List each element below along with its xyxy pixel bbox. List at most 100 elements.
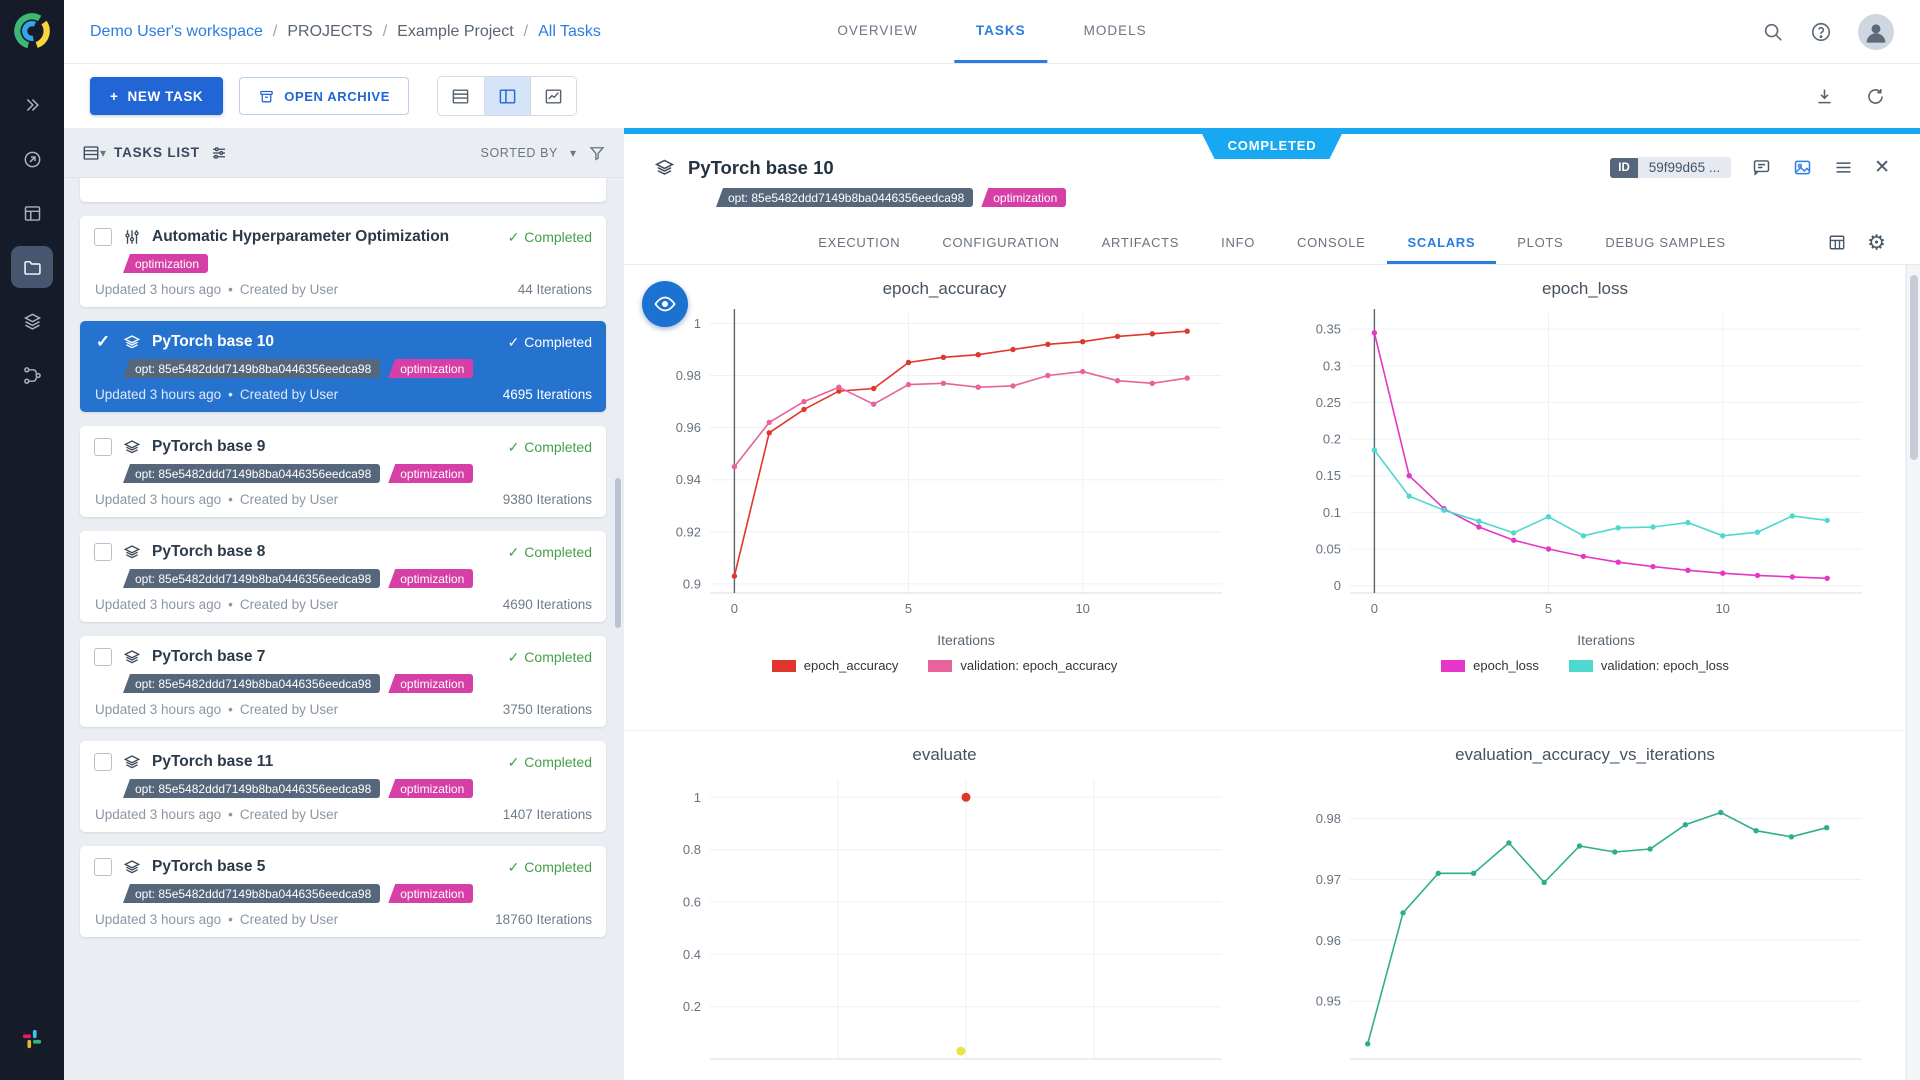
deployments-icon[interactable] xyxy=(11,138,53,180)
app: Demo User's workspace/PROJECTS/Example P… xyxy=(0,0,1920,1080)
help-icon[interactable] xyxy=(1810,21,1832,43)
top-tab-overview[interactable]: OVERVIEW xyxy=(815,0,940,63)
task-name[interactable]: PyTorch base 9 xyxy=(152,438,265,456)
detail-tabs: EXECUTIONCONFIGURATIONARTIFACTSINFOCONSO… xyxy=(624,221,1920,265)
task-name[interactable]: PyTorch base 7 xyxy=(152,648,265,666)
image-icon[interactable] xyxy=(1792,157,1813,178)
breadcrumb-item[interactable]: Demo User's workspace xyxy=(90,23,263,41)
svg-text:0: 0 xyxy=(1371,601,1378,616)
chart-canvas: 0.950.960.970.98 xyxy=(1280,767,1890,1080)
hide-show-metrics-eye-button[interactable] xyxy=(642,281,688,327)
list-view-mode-icon[interactable] xyxy=(82,144,100,162)
task-updated: Updated 3 hours ago xyxy=(95,807,221,822)
task-checkbox[interactable] xyxy=(94,438,112,456)
close-icon[interactable]: ✕ xyxy=(1874,156,1890,179)
sorted-by-caret-icon[interactable]: ▾ xyxy=(570,146,576,160)
task-card[interactable]: PyTorch base 9 ✓Completed opt: 85e5482dd… xyxy=(80,426,606,517)
task-card[interactable]: Automatic Hyperparameter Optimization ✓C… xyxy=(80,216,606,307)
menu-icon[interactable] xyxy=(1833,157,1854,178)
detail-tab-artifacts[interactable]: ARTIFACTS xyxy=(1081,221,1201,264)
task-name[interactable]: PyTorch base 10 xyxy=(152,333,274,351)
expand-sidebar-icon[interactable] xyxy=(11,84,53,126)
svg-text:10: 10 xyxy=(1715,601,1729,616)
chart-canvas: 05100.90.920.940.960.981Iterations xyxy=(640,301,1250,653)
detail-tab-console[interactable]: CONSOLE xyxy=(1276,221,1386,264)
legend-item[interactable]: epoch_loss xyxy=(1441,658,1539,673)
scalars-charts-area: epoch_accuracy 05100.90.920.940.960.981I… xyxy=(624,265,1920,1080)
legend-item[interactable]: validation: epoch_accuracy xyxy=(928,658,1117,673)
task-name[interactable]: PyTorch base 5 xyxy=(152,858,265,876)
chart-plot[interactable]: 0.950.960.970.98 xyxy=(1280,767,1890,1080)
svg-text:0.95: 0.95 xyxy=(1316,994,1341,1009)
detail-tab-configuration[interactable]: CONFIGURATION xyxy=(921,221,1080,264)
task-name[interactable]: Automatic Hyperparameter Optimization xyxy=(152,228,449,246)
chart-plot[interactable]: 05100.90.920.940.960.981Iterations xyxy=(640,301,1250,658)
legend-item[interactable]: validation: epoch_loss xyxy=(1569,658,1729,673)
task-card[interactable]: ✓ PyTorch base 10 ✓Completed opt: 85e548… xyxy=(80,321,606,412)
column-settings-icon[interactable] xyxy=(210,144,228,162)
task-checkbox[interactable] xyxy=(94,543,112,561)
chart-plot[interactable]: 0.20.40.60.81 xyxy=(640,767,1250,1080)
task-checkbox[interactable] xyxy=(94,858,112,876)
download-icon[interactable] xyxy=(1814,86,1835,107)
task-checkbox[interactable]: ✓ xyxy=(94,333,112,351)
detail-tab-scalars[interactable]: SCALARS xyxy=(1387,221,1497,264)
task-tag: optimization xyxy=(388,779,473,798)
detail-tab-execution[interactable]: EXECUTION xyxy=(797,221,921,264)
detail-scrollbar-thumb[interactable] xyxy=(1910,275,1918,460)
detail-scrollbar[interactable] xyxy=(1906,265,1920,1080)
comment-icon[interactable] xyxy=(1751,157,1772,178)
clearml-logo[interactable] xyxy=(11,10,53,52)
legend-item[interactable]: epoch_accuracy xyxy=(772,658,899,673)
tasks-list-scrollbar[interactable] xyxy=(615,478,621,628)
reports-icon[interactable] xyxy=(11,192,53,234)
projects-icon[interactable] xyxy=(11,246,53,288)
task-card[interactable]: PyTorch base 8 ✓Completed opt: 85e5482dd… xyxy=(80,531,606,622)
table-view-button[interactable] xyxy=(438,77,484,115)
task-name[interactable]: PyTorch base 11 xyxy=(152,753,273,771)
metrics-table-icon[interactable] xyxy=(1827,233,1847,253)
auto-refresh-icon[interactable] xyxy=(1865,86,1886,107)
open-archive-button[interactable]: OPEN ARCHIVE xyxy=(239,77,409,115)
detail-tab-info[interactable]: INFO xyxy=(1200,221,1276,264)
task-card[interactable]: PyTorch base 7 ✓Completed opt: 85e5482dd… xyxy=(80,636,606,727)
task-card-partial[interactable] xyxy=(80,178,606,202)
task-created: Created by User xyxy=(240,597,338,612)
task-checkbox[interactable] xyxy=(94,228,112,246)
pipelines-icon[interactable] xyxy=(11,354,53,396)
user-avatar[interactable] xyxy=(1858,14,1894,50)
svg-text:0.97: 0.97 xyxy=(1316,872,1341,887)
chart-view-button[interactable] xyxy=(530,77,576,115)
task-name[interactable]: PyTorch base 8 xyxy=(152,543,265,561)
task-checkbox[interactable] xyxy=(94,648,112,666)
detail-tab-plots[interactable]: PLOTS xyxy=(1496,221,1584,264)
detail-tab-debug-samples[interactable]: DEBUG SAMPLES xyxy=(1584,221,1746,264)
toolbar: + NEW TASK OPEN ARCHIVE xyxy=(64,64,1920,128)
breadcrumb-item[interactable]: All Tasks xyxy=(538,23,601,41)
check-icon: ✓ xyxy=(508,439,520,456)
task-tag: opt: 85e5482ddd7149b8ba0446356eedca98 xyxy=(123,569,380,588)
filter-icon[interactable] xyxy=(588,144,606,162)
top-tab-models[interactable]: MODELS xyxy=(1062,0,1169,63)
split-view-button[interactable] xyxy=(484,77,530,115)
slack-icon[interactable] xyxy=(11,1018,53,1060)
search-icon[interactable] xyxy=(1762,21,1784,43)
check-icon: ✓ xyxy=(508,754,520,771)
task-checkbox[interactable] xyxy=(94,753,112,771)
dot-separator: • xyxy=(228,912,233,927)
task-updated: Updated 3 hours ago xyxy=(95,282,221,297)
new-task-button[interactable]: + NEW TASK xyxy=(90,77,223,115)
settings-gear-icon[interactable]: ⚙ xyxy=(1867,232,1886,253)
task-card[interactable]: PyTorch base 11 ✓Completed opt: 85e5482d… xyxy=(80,741,606,832)
task-card[interactable]: PyTorch base 5 ✓Completed opt: 85e5482dd… xyxy=(80,846,606,937)
chart-plot[interactable]: 051000.050.10.150.20.250.30.35Iterations xyxy=(1280,301,1890,658)
task-type-icon xyxy=(123,648,141,666)
top-tab-tasks[interactable]: TASKS xyxy=(954,0,1048,63)
task-type-icon xyxy=(123,753,141,771)
chart-legend: epoch_loss validation: epoch_loss xyxy=(1441,658,1729,673)
sorted-by-label[interactable]: SORTED BY xyxy=(481,146,558,160)
datasets-icon[interactable] xyxy=(11,300,53,342)
status-ribbon: COMPLETED xyxy=(1202,133,1343,159)
task-id-pill[interactable]: ID 59f99d65 ... xyxy=(1610,157,1731,178)
view-mode-caret-icon[interactable]: ▾ xyxy=(100,146,106,160)
